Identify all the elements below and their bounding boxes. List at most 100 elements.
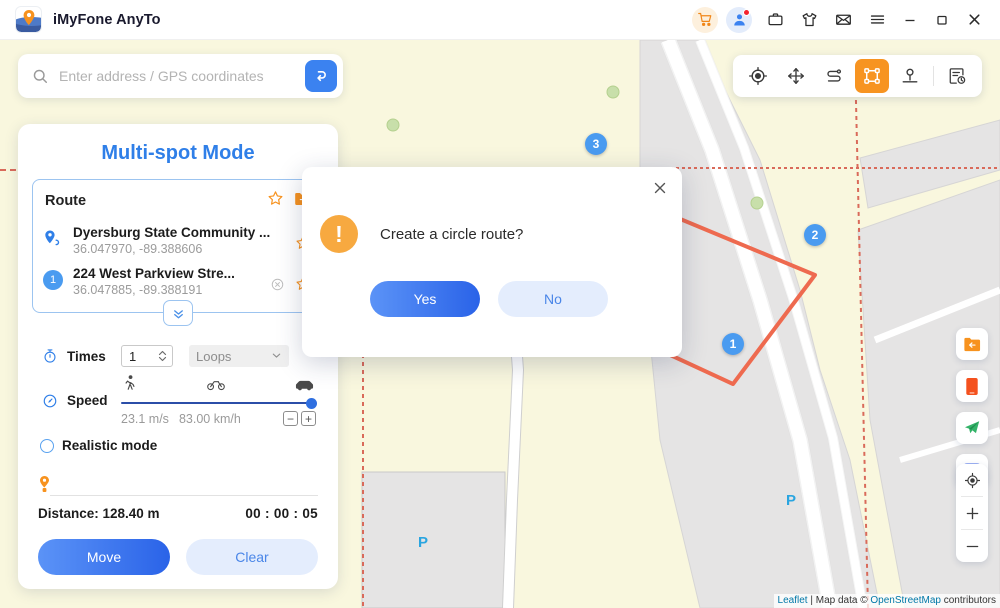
app-window: P P 3 2 1 Leaflet | Map data © OpenStree… xyxy=(0,0,1000,608)
menu-icon[interactable] xyxy=(860,3,894,37)
locate-me-button[interactable] xyxy=(956,464,988,496)
route-label: Route xyxy=(45,193,87,209)
route-point-text: Dyersburg State Community ... 36.047970,… xyxy=(73,225,289,256)
minimize-button[interactable] xyxy=(894,3,926,37)
plus-icon xyxy=(966,507,978,519)
jump-teleport-button[interactable] xyxy=(893,59,927,93)
panel-actions: Move Clear xyxy=(38,539,318,575)
control-panel: Multi-spot Mode Route Dyersburg State Co… xyxy=(18,124,338,589)
chevron-down-icon xyxy=(271,349,282,364)
multi-spot-route-icon xyxy=(864,68,880,84)
dialog-message: Create a circle route? xyxy=(380,225,524,243)
dialog-no-button[interactable]: No xyxy=(498,281,608,317)
search-go-button[interactable] xyxy=(305,60,337,92)
progress-line[interactable] xyxy=(50,495,318,496)
route-point-marker: 1 xyxy=(43,270,65,292)
loops-label: Loops xyxy=(196,348,232,364)
target-icon xyxy=(748,66,768,86)
close-icon xyxy=(654,182,666,194)
tshirt-icon[interactable] xyxy=(792,3,826,37)
times-stepper[interactable]: 1 xyxy=(121,345,173,367)
search-icon xyxy=(33,69,48,83)
remove-point-icon[interactable] xyxy=(270,277,285,297)
stopwatch-icon xyxy=(40,348,60,364)
map-attribution: Leaflet | Map data © OpenStreetMap contr… xyxy=(773,594,1000,608)
two-spot-route-icon xyxy=(827,69,842,82)
route-point-name: 224 West Parkview Stre... xyxy=(73,266,235,281)
teleport-mode-button[interactable] xyxy=(741,59,775,93)
route-list-item[interactable]: Dyersburg State Community ... 36.047970,… xyxy=(33,220,323,261)
route-card: Route Dyersburg State Community ... 36.0… xyxy=(32,179,324,326)
osm-link[interactable]: OpenStreetMap xyxy=(870,595,941,606)
route-point-text: 224 West Parkview Stre... 36.047885, -89… xyxy=(73,266,264,297)
route-point-number: 1 xyxy=(43,270,63,290)
orange-pin-icon xyxy=(38,475,318,500)
map-mode-toolbar xyxy=(733,55,982,97)
import-gpx-button[interactable] xyxy=(956,328,988,360)
search-bar[interactable] xyxy=(18,54,343,98)
speed-ms-value: 23.1 m/s xyxy=(121,411,169,426)
zoom-controls xyxy=(956,464,988,562)
leaflet-link[interactable]: Leaflet xyxy=(778,595,808,606)
device-button[interactable] xyxy=(956,370,988,402)
joystick-mode-button[interactable] xyxy=(779,59,813,93)
mail-icon[interactable] xyxy=(826,3,860,37)
expand-route-list-button[interactable] xyxy=(163,300,193,326)
walk-speed-icon[interactable] xyxy=(123,375,137,396)
history-button[interactable] xyxy=(940,59,974,93)
speed-slider-track xyxy=(121,402,316,404)
clear-button[interactable]: Clear xyxy=(186,539,318,575)
route-marker-3[interactable]: 3 xyxy=(585,133,607,155)
bike-speed-icon[interactable] xyxy=(207,377,225,396)
loops-select[interactable]: Loops xyxy=(189,345,289,367)
time-value: 00 : 00 : 05 xyxy=(245,506,318,521)
account-icon[interactable] xyxy=(726,6,752,33)
location-pin-logo-icon xyxy=(23,10,34,25)
route-point-coords: 36.047885, -89.388191 xyxy=(73,283,203,297)
phone-icon xyxy=(966,377,978,395)
speed-control: 23.1 m/s 83.00 km/h − + xyxy=(121,375,317,426)
crosshair-icon xyxy=(964,472,980,488)
speed-label: Speed xyxy=(67,393,108,408)
notification-badge xyxy=(743,8,750,16)
route-card-header: Route xyxy=(33,188,323,220)
speed-decrease-button[interactable]: − xyxy=(283,411,298,426)
times-label: Times xyxy=(67,348,106,364)
times-stepper-arrows[interactable] xyxy=(150,348,172,364)
maximize-button[interactable] xyxy=(926,3,958,37)
warning-glyph: ! xyxy=(335,220,343,247)
parking-label: P xyxy=(418,534,429,551)
route-list-item[interactable]: 1 224 West Parkview Stre... 36.047885, -… xyxy=(33,261,323,302)
cart-icon[interactable] xyxy=(692,6,718,33)
progress-track xyxy=(38,475,318,496)
car-speed-icon[interactable] xyxy=(295,378,314,396)
favorite-star-icon[interactable] xyxy=(267,190,284,212)
attr-suffix: contributors xyxy=(940,595,996,606)
realistic-mode-radio[interactable] xyxy=(40,438,54,453)
speedometer-icon xyxy=(40,393,60,409)
two-spot-mode-button[interactable] xyxy=(817,59,851,93)
speed-slider[interactable] xyxy=(121,397,317,409)
search-input[interactable] xyxy=(59,68,305,84)
briefcase-icon[interactable] xyxy=(758,3,792,37)
route-marker-1[interactable]: 1 xyxy=(722,333,744,355)
titlebar-actions xyxy=(692,3,1000,37)
route-marker-2[interactable]: 2 xyxy=(804,224,826,246)
history-record-icon xyxy=(949,68,966,84)
telegram-button[interactable] xyxy=(956,412,988,444)
close-button[interactable] xyxy=(958,3,990,37)
speed-slider-thumb[interactable] xyxy=(306,397,317,409)
speed-adjust-group: − + xyxy=(283,411,316,426)
distance-value: Distance: 128.40 m xyxy=(38,506,160,521)
speed-increase-button[interactable]: + xyxy=(301,411,316,426)
multi-spot-mode-button[interactable] xyxy=(855,59,889,93)
move-arrows-icon xyxy=(788,68,804,84)
zoom-in-button[interactable] xyxy=(956,497,988,529)
zoom-out-button[interactable] xyxy=(956,530,988,562)
move-button[interactable]: Move xyxy=(38,539,170,575)
realistic-mode-toggle[interactable]: Realistic mode xyxy=(32,430,324,455)
app-logo xyxy=(15,6,42,33)
dialog-close-button[interactable] xyxy=(650,178,670,198)
dialog-actions: Yes No xyxy=(302,253,682,317)
dialog-yes-button[interactable]: Yes xyxy=(370,281,480,317)
